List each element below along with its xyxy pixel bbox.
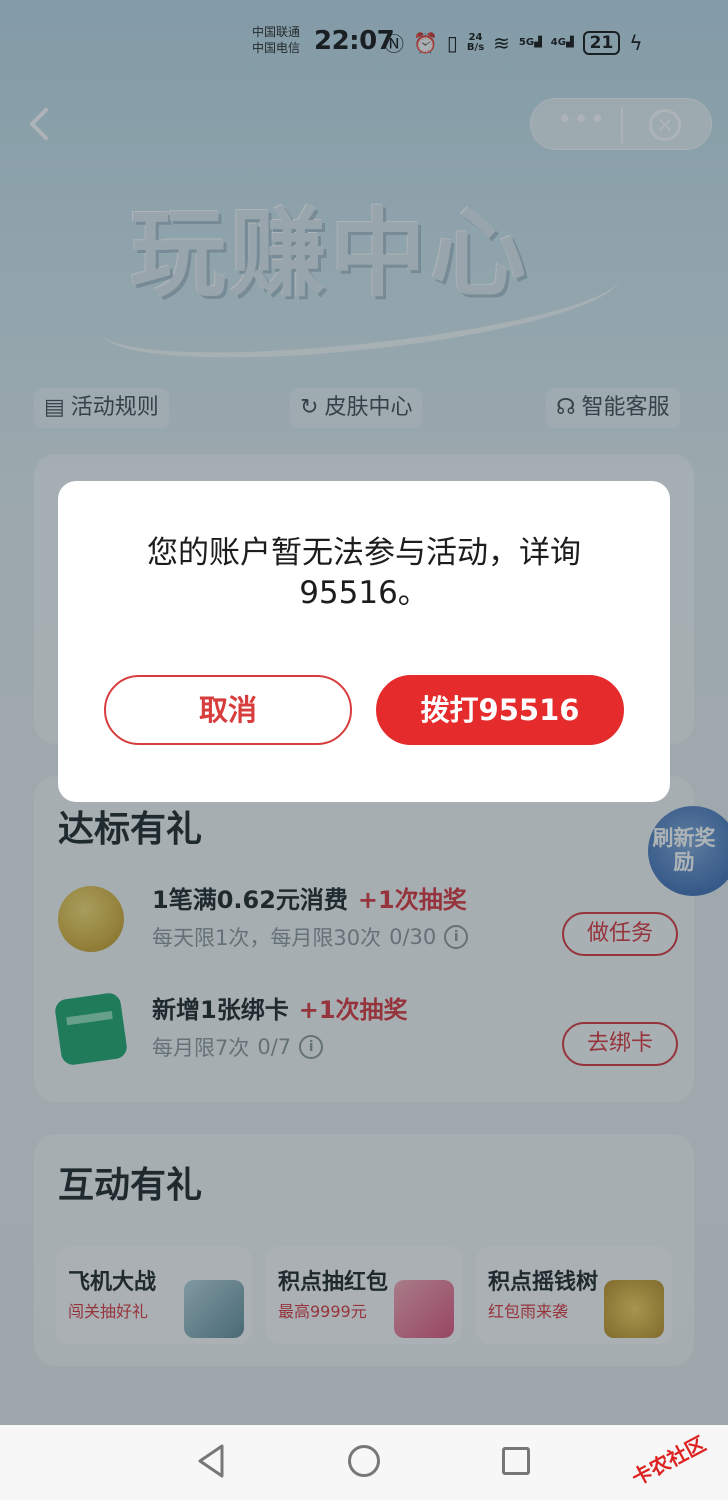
watermark-logo: 卡农社区 <box>627 1431 710 1491</box>
cancel-button[interactable]: 取消 <box>104 675 352 745</box>
system-nav-bar: 卡农社区 <box>0 1425 728 1500</box>
nav-back-icon[interactable] <box>196 1443 226 1479</box>
dialog-message: 您的账户暂无法参与活动，详询95516。 <box>147 535 581 611</box>
nav-recents-icon[interactable] <box>502 1447 530 1475</box>
nav-home-icon[interactable] <box>348 1445 380 1477</box>
call-hotline-button[interactable]: 拨打95516 <box>376 675 624 745</box>
alert-dialog: 您的账户暂无法参与活动，详询95516。 取消 拨打95516 <box>58 481 670 802</box>
